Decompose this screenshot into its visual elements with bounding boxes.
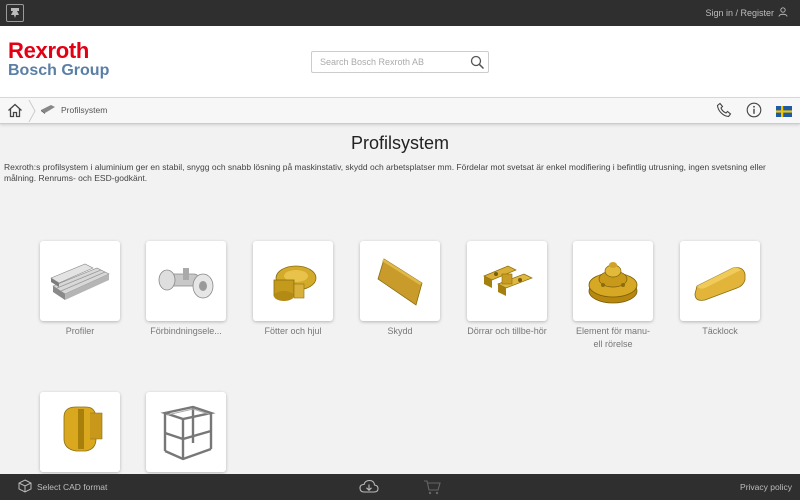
- app-menu-icon[interactable]: [6, 4, 24, 22]
- category-label[interactable]: Profiler: [40, 325, 120, 338]
- cad-format-label[interactable]: Select CAD format: [37, 482, 107, 492]
- search-icon[interactable]: [470, 55, 485, 75]
- breadcrumb: Profilsystem: [0, 98, 800, 124]
- cloud-download-icon[interactable]: [359, 479, 379, 500]
- breadcrumb-item-profilsystem[interactable]: Profilsystem: [40, 104, 107, 116]
- category-label[interactable]: Förbindningsele...: [146, 325, 226, 338]
- breadcrumb-separator-icon: [28, 99, 36, 127]
- category-label[interactable]: Täcklock: [680, 325, 760, 338]
- handwheel-image[interactable]: [573, 241, 653, 321]
- header-tools: [716, 102, 792, 123]
- category-tile-forbindningselement[interactable]: Förbindningsele...: [146, 241, 226, 338]
- breadcrumb-label[interactable]: Profilsystem: [61, 105, 107, 115]
- category-label[interactable]: Fötter och hjul: [253, 325, 333, 338]
- foot-wheel-image[interactable]: [253, 241, 333, 321]
- panel-image[interactable]: [360, 241, 440, 321]
- bottom-bar: Select CAD format Privacy policy: [0, 474, 800, 500]
- sign-in-link[interactable]: Sign in / Register: [705, 7, 788, 19]
- select-cad-format-button[interactable]: Select CAD format: [18, 479, 107, 495]
- hinge-image[interactable]: [467, 241, 547, 321]
- category-tile-skydd[interactable]: Skydd: [360, 241, 440, 338]
- info-icon[interactable]: [746, 102, 762, 123]
- search-box: [311, 51, 489, 73]
- profile-icon: [40, 104, 56, 116]
- category-tile-frame[interactable]: [146, 392, 226, 476]
- page-description: Rexroth:s profilsystem i aluminium ger e…: [4, 162, 766, 183]
- sign-in-label[interactable]: Sign in / Register: [705, 8, 774, 18]
- cube-icon[interactable]: [18, 479, 32, 495]
- cart-icon[interactable]: [423, 479, 441, 500]
- category-label[interactable]: Skydd: [360, 325, 440, 338]
- logo-brand: Rexroth: [8, 38, 90, 63]
- category-tile-tacklock[interactable]: Täcklock: [680, 241, 760, 338]
- rexroth-logo[interactable]: Rexroth Bosch Group: [8, 40, 109, 80]
- cap-image[interactable]: [680, 241, 760, 321]
- page-title: Profilsystem: [350, 133, 449, 153]
- home-icon[interactable]: [7, 103, 23, 123]
- category-tile-fotter-och-hjul[interactable]: Fötter och hjul: [253, 241, 333, 338]
- user-icon[interactable]: [778, 7, 788, 19]
- privacy-policy-link[interactable]: Privacy policy: [740, 482, 792, 492]
- knob-image[interactable]: [40, 392, 120, 472]
- aluminium-profile-image[interactable]: [40, 241, 120, 321]
- connector-image[interactable]: [146, 241, 226, 321]
- category-tile-element-for-manuell-rorelse[interactable]: Element för manu-ell rörelse: [573, 241, 653, 351]
- search-input[interactable]: [312, 52, 462, 72]
- category-tile-profiler[interactable]: Profiler: [40, 241, 120, 338]
- swedish-flag-icon[interactable]: [776, 104, 792, 122]
- logo-group: Bosch Group: [8, 62, 110, 79]
- header: Rexroth Bosch Group: [0, 26, 800, 98]
- phone-icon[interactable]: [716, 102, 732, 123]
- category-tile-knob[interactable]: [40, 392, 120, 476]
- category-label[interactable]: Element för manu-ell rörelse: [573, 325, 653, 351]
- frame-image[interactable]: [146, 392, 226, 472]
- category-label[interactable]: Dörrar och tillbe-hör: [467, 325, 547, 338]
- category-tile-dorrar-och-tillbehor[interactable]: Dörrar och tillbe-hör: [467, 241, 547, 338]
- top-bar: Sign in / Register: [0, 0, 800, 26]
